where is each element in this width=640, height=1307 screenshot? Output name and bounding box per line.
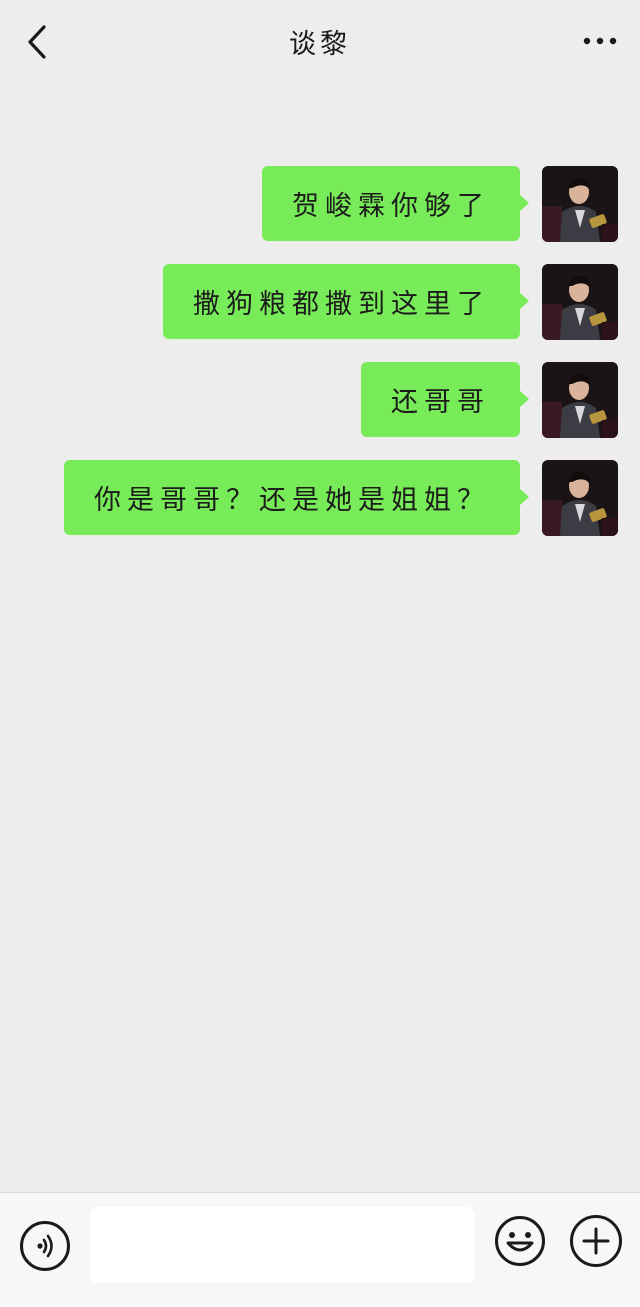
avatar-photo bbox=[542, 362, 618, 438]
input-bar bbox=[0, 1192, 640, 1307]
more-dots-icon bbox=[583, 37, 617, 45]
message-list: 贺峻霖你够了 撒狗粮都撒到这里了 还哥哥 你是哥哥？还是她是姐姐？ bbox=[0, 166, 640, 558]
message-bubble[interactable]: 贺峻霖你够了 bbox=[262, 166, 529, 241]
message-row: 贺峻霖你够了 bbox=[0, 166, 640, 242]
emoji-button[interactable] bbox=[494, 1215, 546, 1267]
message-row: 撒狗粮都撒到这里了 bbox=[0, 264, 640, 340]
avatar-photo bbox=[542, 264, 618, 340]
more-button[interactable] bbox=[580, 26, 620, 56]
avatar[interactable] bbox=[542, 362, 618, 438]
avatar[interactable] bbox=[542, 264, 618, 340]
avatar-photo bbox=[542, 460, 618, 536]
emoji-icon bbox=[495, 1216, 545, 1266]
plus-button[interactable] bbox=[570, 1215, 622, 1267]
avatar[interactable] bbox=[542, 166, 618, 242]
message-input[interactable] bbox=[90, 1207, 475, 1283]
message-row: 还哥哥 bbox=[0, 362, 640, 438]
chat-title: 谈黎 bbox=[289, 29, 351, 60]
message-row: 你是哥哥？还是她是姐姐？ bbox=[0, 460, 640, 536]
message-bubble[interactable]: 还哥哥 bbox=[361, 362, 529, 437]
message-bubble[interactable]: 撒狗粮都撒到这里了 bbox=[163, 264, 529, 339]
voice-button[interactable] bbox=[20, 1221, 70, 1271]
avatar[interactable] bbox=[542, 460, 618, 536]
message-bubble[interactable]: 你是哥哥？还是她是姐姐？ bbox=[64, 460, 529, 535]
chat-header: 谈黎 bbox=[0, 0, 640, 84]
avatar-photo bbox=[542, 166, 618, 242]
plus-icon bbox=[582, 1227, 610, 1255]
voice-icon bbox=[37, 1234, 53, 1258]
